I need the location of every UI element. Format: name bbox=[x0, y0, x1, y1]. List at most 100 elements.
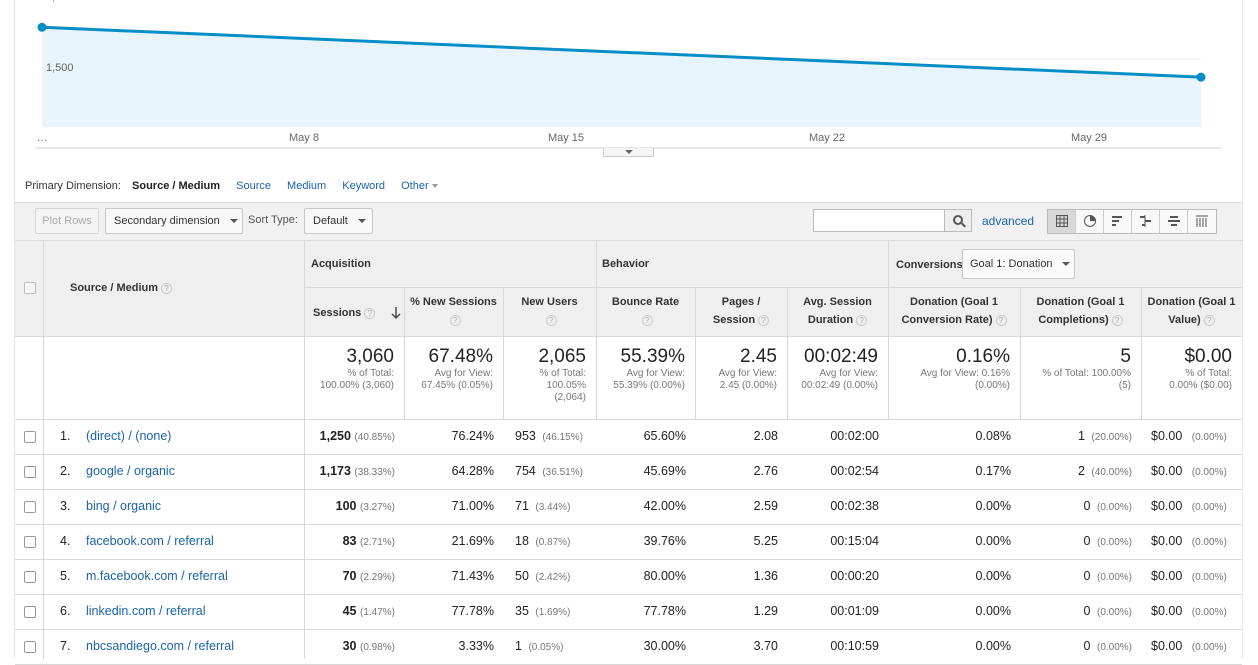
analytics-report: 3,000 1,500 … May 8 May 15 May 22 May 29 Prima… bbox=[0, 0, 1258, 665]
source-medium-link[interactable]: bing / organic bbox=[86, 499, 161, 513]
cell-conversion-rate: 0.00% bbox=[888, 639, 1011, 653]
row-checkbox[interactable] bbox=[24, 536, 36, 548]
cell-bounce-rate: 39.76% bbox=[596, 534, 686, 548]
cell-goal-value: $0.00 (0.00%) bbox=[1141, 464, 1233, 478]
sessions-percent: (2.29%) bbox=[359, 572, 395, 583]
sessions-value: 100 bbox=[335, 499, 357, 513]
secondary-dimension-dropdown[interactable]: Secondary dimension bbox=[105, 208, 243, 234]
column-header-new-sessions-pct[interactable]: % New Sessions? bbox=[404, 293, 503, 329]
caret-down-icon bbox=[229, 219, 238, 224]
dimension-header[interactable]: Source / Medium? bbox=[70, 282, 173, 294]
plot-rows-button[interactable]: Plot Rows bbox=[35, 208, 99, 234]
completions-percent: (20.00%) bbox=[1091, 432, 1132, 443]
new-sessions-value: 64.28% bbox=[451, 464, 494, 478]
bounce-rate-value: 65.60% bbox=[643, 429, 686, 443]
column-header-bounce-rate[interactable]: Bounce Rate? bbox=[596, 293, 695, 329]
cell-pages-per-session: 3.70 bbox=[695, 639, 778, 653]
help-icon[interactable]: ? bbox=[364, 307, 376, 319]
cell-goal-completions: 1 (20.00%) bbox=[1020, 429, 1132, 443]
column-header-avg-session-duration[interactable]: Avg. Session Duration? bbox=[787, 293, 888, 329]
row-checkbox[interactable] bbox=[24, 571, 36, 583]
source-medium-link[interactable]: linkedin.com / referral bbox=[86, 604, 206, 618]
help-icon[interactable]: ? bbox=[545, 314, 557, 326]
search-button[interactable] bbox=[944, 209, 972, 232]
column-divider bbox=[787, 287, 788, 420]
column-header-goal-value[interactable]: Donation (Goal 1 Value)? bbox=[1141, 293, 1242, 329]
conversion-rate-value: 0.00% bbox=[975, 604, 1011, 618]
term-cloud-view-button[interactable] bbox=[1160, 210, 1188, 233]
sessions-value: 1,173 bbox=[319, 464, 351, 478]
completions-value: 0 bbox=[1083, 639, 1091, 653]
table-view-button[interactable] bbox=[1048, 210, 1076, 233]
row-number: 5. bbox=[60, 569, 70, 583]
conversion-rate-value: 0.00% bbox=[975, 569, 1011, 583]
primary-dimension-source[interactable]: Source bbox=[236, 180, 271, 192]
column-divider bbox=[43, 241, 44, 659]
cell-new-users: 953 (46.15%) bbox=[503, 429, 587, 443]
help-icon[interactable]: ? bbox=[641, 314, 653, 326]
total-subtext: (2,064) bbox=[554, 392, 586, 403]
source-medium-link[interactable]: google / organic bbox=[86, 464, 175, 478]
select-all-checkbox[interactable] bbox=[24, 282, 36, 294]
cell-goal-completions: 0 (0.00%) bbox=[1020, 604, 1132, 618]
row-checkbox[interactable] bbox=[24, 606, 36, 618]
pivot-view-button[interactable] bbox=[1188, 210, 1216, 233]
total-value: 00:02:49 bbox=[804, 346, 878, 367]
sort-descending-icon[interactable] bbox=[391, 307, 401, 319]
x-tick-label: May 29 bbox=[1071, 132, 1107, 144]
cell-bounce-rate: 80.00% bbox=[596, 569, 686, 583]
help-icon[interactable]: ? bbox=[758, 314, 770, 326]
cell-conversion-rate: 0.17% bbox=[888, 464, 1011, 478]
total-subtext: 100.05% bbox=[546, 380, 586, 391]
sessions-percent: (2.71%) bbox=[359, 537, 395, 548]
source-medium-link[interactable]: m.facebook.com / referral bbox=[86, 569, 228, 583]
sort-type-label: Sort Type: bbox=[248, 214, 298, 226]
help-icon[interactable]: ? bbox=[1203, 314, 1215, 326]
total-value: $0.00 bbox=[1184, 346, 1232, 367]
advanced-filter-link[interactable]: advanced bbox=[982, 214, 1034, 228]
column-header-pages-per-session[interactable]: Pages / Session? bbox=[695, 293, 787, 329]
cell-sessions: 100 (3.27%) bbox=[304, 499, 395, 513]
new-users-value: 50 bbox=[515, 569, 529, 583]
help-icon[interactable]: ? bbox=[856, 314, 868, 326]
help-icon[interactable]: ? bbox=[1111, 314, 1123, 326]
chart-collapse-handle[interactable] bbox=[603, 148, 654, 157]
source-medium-link[interactable]: facebook.com / referral bbox=[86, 534, 214, 548]
column-header-goal-completions[interactable]: Donation (Goal 1 Completions)? bbox=[1020, 293, 1141, 329]
avg-duration-value: 00:10:59 bbox=[830, 639, 879, 653]
new-users-percent: (0.05%) bbox=[528, 642, 564, 653]
row-checkbox[interactable] bbox=[24, 431, 36, 443]
pivot-view-icon bbox=[1196, 215, 1208, 227]
data-point bbox=[1196, 72, 1206, 82]
avg-duration-value: 00:15:04 bbox=[830, 534, 879, 548]
pie-view-button[interactable] bbox=[1076, 210, 1104, 233]
bounce-rate-value: 30.00% bbox=[643, 639, 686, 653]
sessions-value: 45 bbox=[342, 604, 357, 618]
column-header-sessions[interactable]: Sessions? bbox=[304, 304, 404, 322]
sessions-value: 30 bbox=[342, 639, 357, 653]
source-medium-link[interactable]: (direct) / (none) bbox=[86, 429, 171, 443]
column-header-conversion-rate[interactable]: Donation (Goal 1 Conversion Rate)? bbox=[888, 293, 1020, 329]
performance-view-button[interactable] bbox=[1104, 210, 1132, 233]
cell-sessions: 30 (0.98%) bbox=[304, 639, 395, 653]
comparison-view-button[interactable] bbox=[1132, 210, 1160, 233]
goal-select-dropdown[interactable]: Goal 1: Donation bbox=[962, 249, 1075, 279]
help-icon[interactable]: ? bbox=[449, 314, 461, 326]
view-switcher bbox=[1047, 209, 1217, 234]
primary-dimension-medium[interactable]: Medium bbox=[287, 180, 326, 192]
total-value: 2,065 bbox=[538, 346, 586, 367]
help-icon[interactable]: ? bbox=[995, 314, 1007, 326]
help-icon[interactable]: ? bbox=[161, 282, 173, 294]
primary-dimension-other[interactable]: Other bbox=[401, 180, 438, 192]
bounce-rate-value: 45.69% bbox=[643, 464, 686, 478]
table-search-input[interactable] bbox=[813, 209, 946, 232]
source-medium-link[interactable]: nbcsandiego.com / referral bbox=[86, 639, 234, 653]
row-checkbox[interactable] bbox=[24, 641, 36, 653]
primary-dimension-keyword[interactable]: Keyword bbox=[342, 180, 385, 192]
cell-avg-session-duration: 00:02:54 bbox=[787, 464, 879, 478]
sort-type-dropdown[interactable]: Default bbox=[304, 208, 373, 234]
row-checkbox[interactable] bbox=[24, 466, 36, 478]
new-users-value: 18 bbox=[515, 534, 529, 548]
column-header-new-users[interactable]: New Users? bbox=[503, 293, 596, 329]
row-checkbox[interactable] bbox=[24, 501, 36, 513]
